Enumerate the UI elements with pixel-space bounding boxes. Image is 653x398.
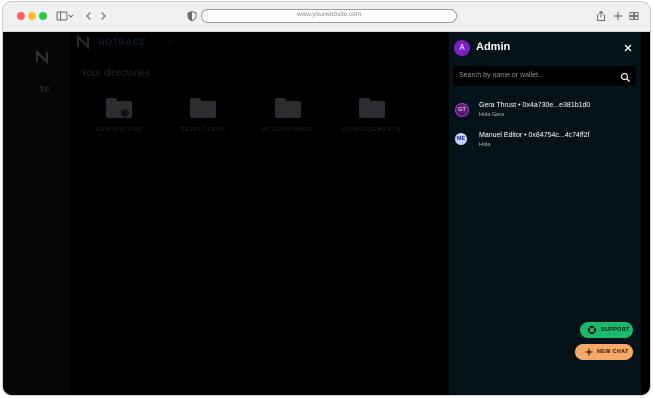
chat-title: Manuel Editor • 0x84754c...4c74ff2f xyxy=(479,132,590,139)
brand-name: NOTRACE xyxy=(98,37,146,47)
share-icon[interactable] xyxy=(595,10,607,22)
folder-icon xyxy=(190,98,216,118)
new-chat-label: NEW CHAT xyxy=(597,349,629,355)
folder-label: ACCOUNTANCE xyxy=(262,127,314,133)
support-label: SUPPORT xyxy=(601,327,630,333)
chat-title: Gera Thrust • 0x4a730e...e381b1d0 xyxy=(479,102,591,109)
directories-heading: Your directories xyxy=(81,68,151,79)
app-sidebar xyxy=(3,32,71,395)
chat-avatar: GT xyxy=(455,103,469,117)
tab-overview-icon[interactable] xyxy=(628,10,640,22)
folder-icon xyxy=(106,98,132,118)
close-window-button[interactable] xyxy=(17,12,25,20)
search-placeholder: Search by name or wallet... xyxy=(459,72,544,79)
chat-list-item[interactable]: ME Manuel Editor • 0x84754c...4c74ff2f H… xyxy=(455,132,635,156)
close-icon xyxy=(624,44,632,52)
address-url: www.yourwebsite.com xyxy=(296,11,362,18)
plus-icon xyxy=(584,347,594,357)
folder-icon xyxy=(275,98,301,118)
collapse-chevron-icon[interactable]: ‹ xyxy=(169,37,172,46)
minimize-window-button[interactable] xyxy=(28,12,36,20)
support-button[interactable]: SUPPORT xyxy=(580,322,633,338)
new-chat-button[interactable]: NEW CHAT xyxy=(575,344,633,360)
folder-icon xyxy=(359,98,385,118)
search-input[interactable]: Search by name or wallet... xyxy=(453,66,636,86)
app-logo-icon xyxy=(35,49,49,69)
browser-window: www.yourwebsite.com Yc NOTRACE ‹ Your di… xyxy=(2,1,651,396)
admin-avatar: A xyxy=(454,40,470,56)
forward-icon[interactable] xyxy=(97,10,109,22)
folder-label: DEVELOPERS xyxy=(180,127,226,133)
chat-list-item[interactable]: GT Gera Thrust • 0x4a730e...e381b1d0 Hol… xyxy=(455,102,635,126)
close-panel-button[interactable] xyxy=(623,43,633,56)
chat-panel: A Admin Search by name or wallet... GT G… xyxy=(449,32,641,395)
browser-toolbar: www.yourwebsite.com xyxy=(3,2,650,32)
chat-avatar: ME xyxy=(455,133,467,145)
back-icon[interactable] xyxy=(83,10,95,22)
support-icon xyxy=(587,325,597,335)
folder-label: DISBURSEMENTS xyxy=(343,127,401,133)
chevron-down-icon[interactable] xyxy=(67,10,75,22)
panel-title: Admin xyxy=(476,41,511,53)
address-bar[interactable]: www.yourwebsite.com xyxy=(201,9,457,23)
shield-icon[interactable] xyxy=(186,10,198,22)
page-content: Yc NOTRACE ‹ Your directories ADMINISTOR… xyxy=(3,32,650,395)
zoom-window-button[interactable] xyxy=(39,12,47,20)
sidebar-truncated-text: Yc xyxy=(39,84,51,94)
chat-last-message: Hola xyxy=(479,142,491,148)
search-icon[interactable] xyxy=(620,70,631,82)
new-tab-icon[interactable] xyxy=(612,10,624,22)
brand-logo-icon xyxy=(76,34,90,54)
chat-last-message: Hola Gera xyxy=(479,112,505,118)
folder-label: ADMINISTORE xyxy=(95,127,143,133)
